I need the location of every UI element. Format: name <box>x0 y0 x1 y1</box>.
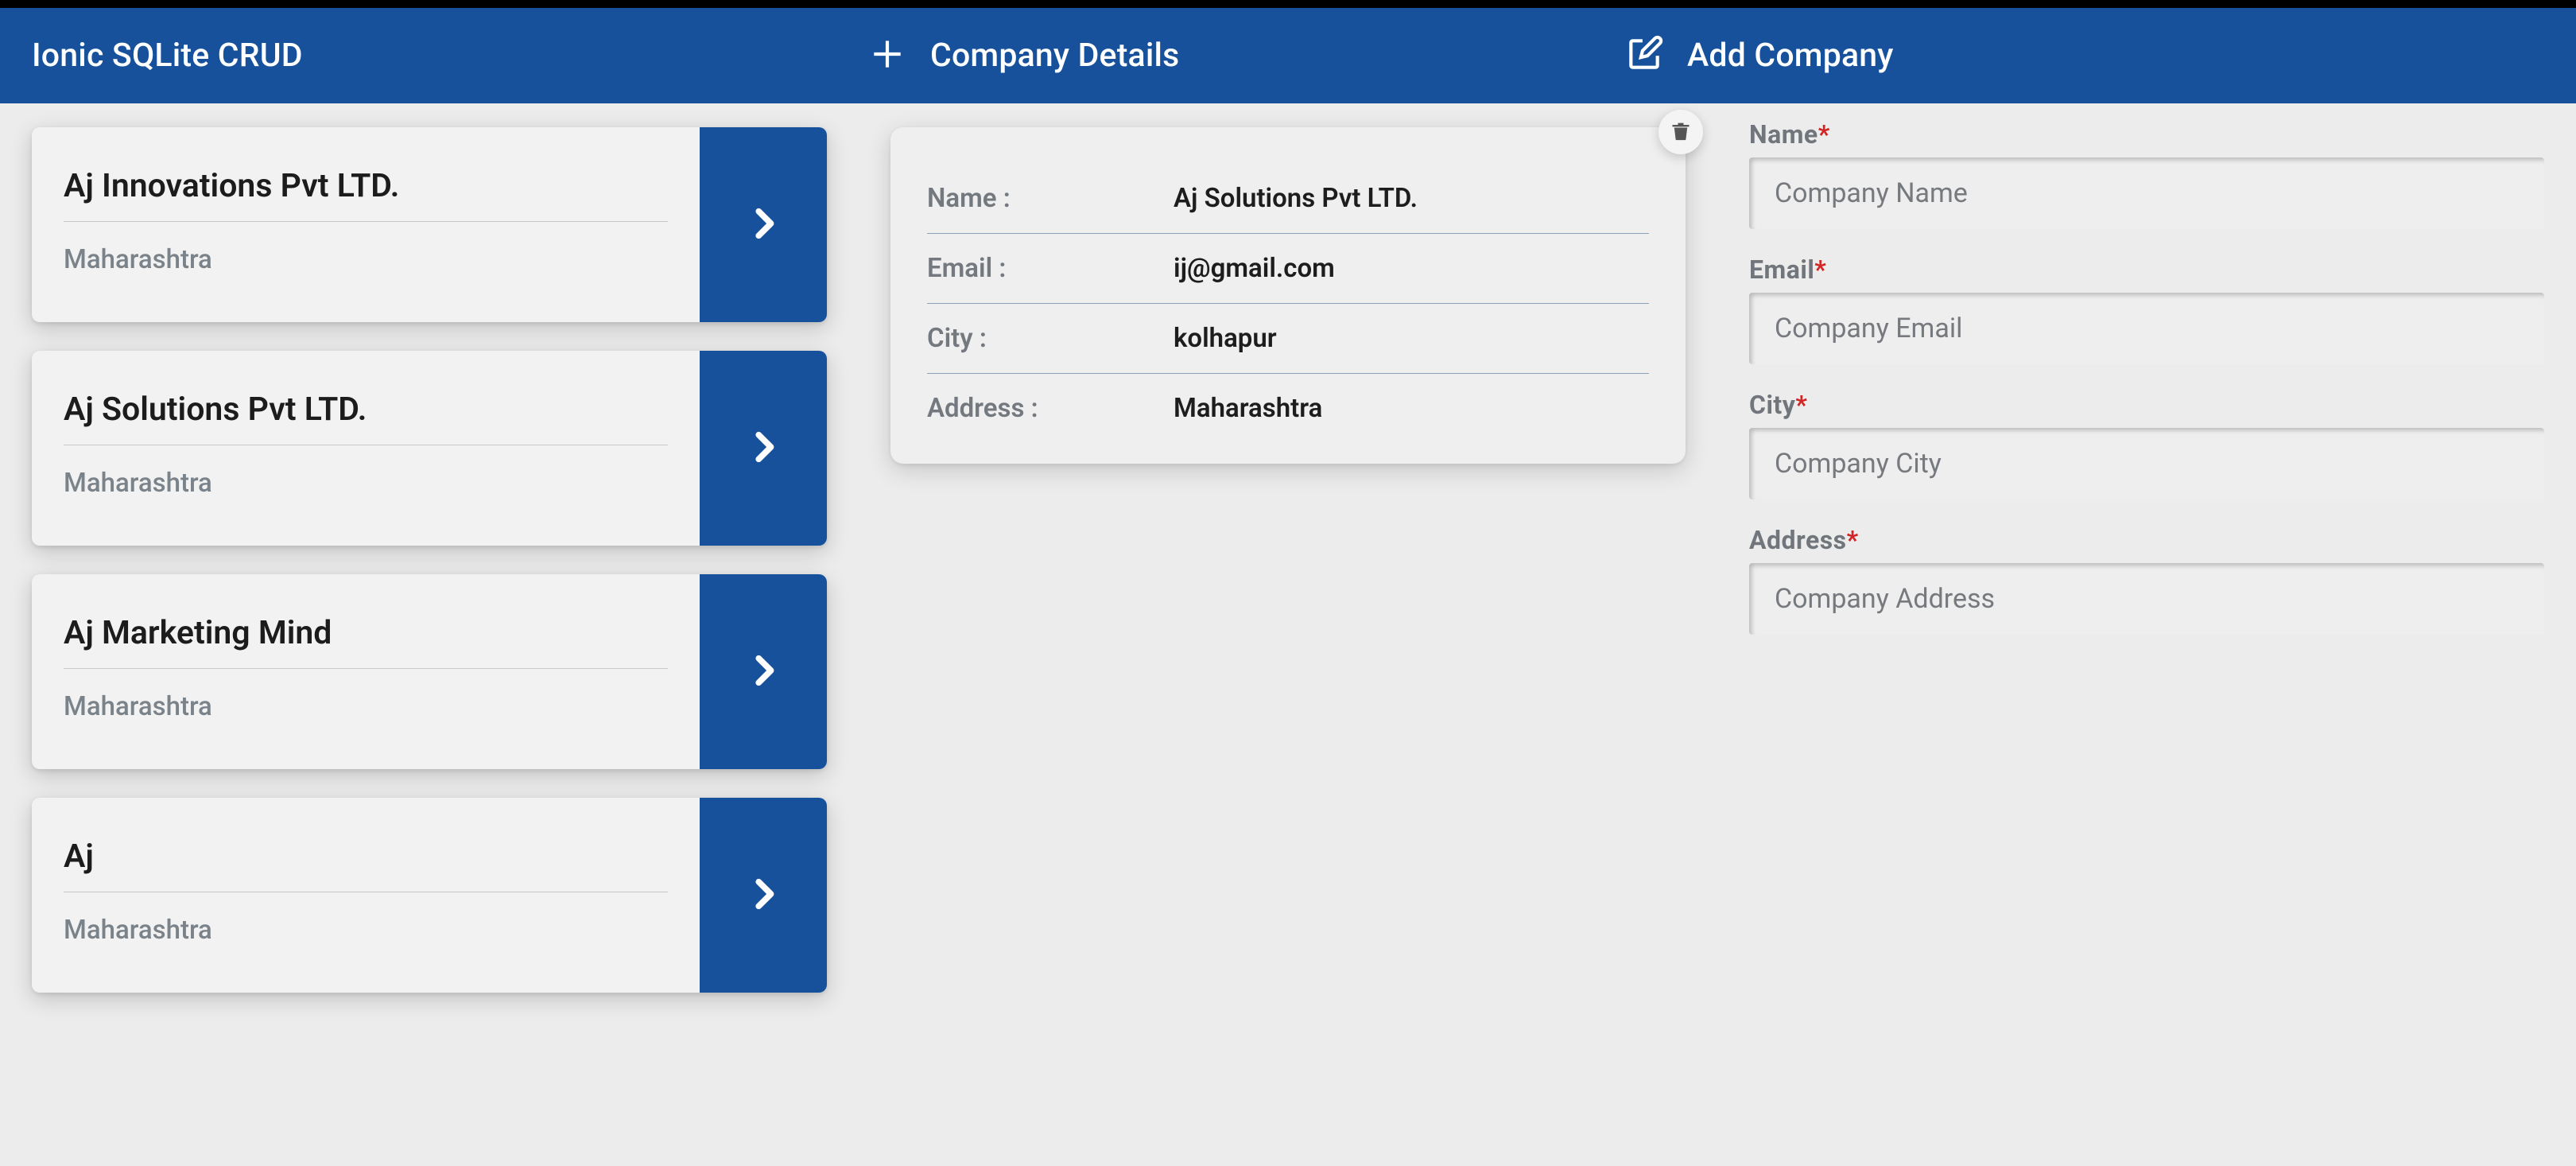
detail-value: ij@gmail.com <box>1174 253 1335 284</box>
detail-label: City : <box>927 323 1174 354</box>
edit-icon[interactable] <box>1624 34 1664 77</box>
company-open-button[interactable] <box>700 351 827 546</box>
company-name: Aj <box>64 838 668 892</box>
detail-value: Aj Solutions Pvt LTD. <box>1174 183 1418 214</box>
detail-label: Address : <box>927 393 1174 424</box>
email-label: Email* <box>1749 255 2544 285</box>
status-bar-strip <box>0 0 2576 8</box>
company-details-panel: Name : Aj Solutions Pvt LTD. Email : ij@… <box>859 103 1717 1166</box>
company-open-button[interactable] <box>700 574 827 769</box>
detail-label: Name : <box>927 183 1174 214</box>
name-input[interactable] <box>1749 157 2544 229</box>
company-state: Maharashtra <box>64 445 668 499</box>
company-card[interactable]: Aj Marketing Mind Maharashtra <box>32 574 827 769</box>
header-title-mid: Company Details <box>930 37 1179 75</box>
company-name: Aj Innovations Pvt LTD. <box>64 167 668 222</box>
company-card[interactable]: Aj Innovations Pvt LTD. Maharashtra <box>32 127 827 322</box>
detail-value: kolhapur <box>1174 323 1277 354</box>
address-label: Address* <box>1749 525 2544 555</box>
add-icon[interactable] <box>867 34 907 77</box>
header-title-right: Add Company <box>1687 37 1894 75</box>
detail-row-email: Email : ij@gmail.com <box>927 234 1649 304</box>
company-details-card: Name : Aj Solutions Pvt LTD. Email : ij@… <box>890 127 1686 464</box>
chevron-right-icon <box>745 876 782 915</box>
address-input[interactable] <box>1749 563 2544 635</box>
chevron-right-icon <box>745 429 782 468</box>
city-label: City* <box>1749 390 2544 420</box>
company-open-button[interactable] <box>700 798 827 993</box>
detail-row-city: City : kolhapur <box>927 304 1649 374</box>
add-company-form: Name* Email* City* Address* <box>1717 103 2576 1166</box>
company-open-button[interactable] <box>700 127 827 322</box>
city-input[interactable] <box>1749 428 2544 499</box>
chevron-right-icon <box>745 652 782 692</box>
app-header: Ionic SQLite CRUD Company Details Add Co… <box>0 8 2576 103</box>
detail-row-name: Name : Aj Solutions Pvt LTD. <box>927 164 1649 234</box>
company-card[interactable]: Aj Maharashtra <box>32 798 827 993</box>
name-label: Name* <box>1749 119 2544 150</box>
detail-value: Maharashtra <box>1174 393 1322 424</box>
company-state: Maharashtra <box>64 222 668 275</box>
detail-row-address: Address : Maharashtra <box>927 374 1649 427</box>
delete-button[interactable] <box>1658 110 1703 154</box>
header-title-left: Ionic SQLite CRUD <box>32 37 303 75</box>
email-input[interactable] <box>1749 293 2544 364</box>
detail-label: Email : <box>927 253 1174 284</box>
trash-icon <box>1670 119 1692 145</box>
company-card[interactable]: Aj Solutions Pvt LTD. Maharashtra <box>32 351 827 546</box>
company-list: Aj Innovations Pvt LTD. Maharashtra Aj S… <box>0 103 859 1166</box>
company-state: Maharashtra <box>64 669 668 722</box>
company-name: Aj Solutions Pvt LTD. <box>64 391 668 445</box>
chevron-right-icon <box>745 205 782 245</box>
company-state: Maharashtra <box>64 892 668 946</box>
company-name: Aj Marketing Mind <box>64 614 668 669</box>
